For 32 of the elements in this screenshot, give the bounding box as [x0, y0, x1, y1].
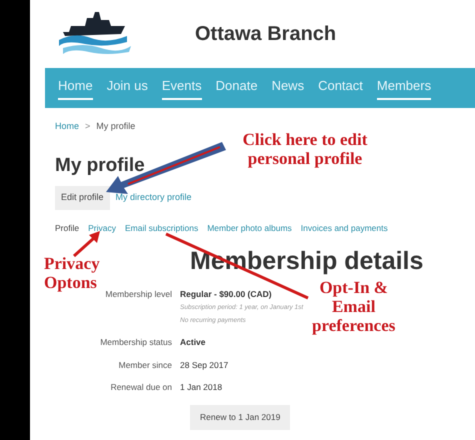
- nav-link[interactable]: Members: [376, 76, 432, 100]
- breadcrumb-link[interactable]: Home: [55, 120, 80, 134]
- profile-tab[interactable]: Profile: [55, 222, 80, 234]
- edit-profile-button[interactable]: Edit profile: [55, 186, 110, 210]
- directory-profile-link[interactable]: My directory profile: [116, 191, 192, 204]
- profile-tab[interactable]: Member photo albums: [207, 222, 292, 234]
- detail-value: 1 Jan 2018: [180, 381, 222, 394]
- detail-label: Membership level: [104, 288, 173, 301]
- nav-link[interactable]: Join us: [106, 76, 148, 100]
- nav-link[interactable]: Home: [58, 76, 93, 100]
- detail-value: Regular - $90.00 (CAD): [180, 288, 273, 300]
- breadcrumb-current: My profile: [96, 120, 136, 133]
- detail-label: Member since: [118, 358, 173, 372]
- annotation-text: Opt-In & Email preferences: [312, 278, 396, 335]
- page-title: My profile: [55, 154, 145, 178]
- detail-label: Renewal due on: [110, 381, 173, 394]
- profile-tab[interactable]: Invoices and payments: [300, 222, 388, 234]
- detail-value: 28 Sep 2017: [180, 358, 228, 372]
- detail-value: Active: [180, 336, 206, 348]
- detail-label: Membership status: [99, 336, 173, 348]
- breadcrumb-separator: >: [85, 120, 90, 133]
- nav-link[interactable]: Donate: [216, 76, 258, 100]
- annotation-text: Privacy Optons: [44, 254, 101, 292]
- annotation-text: Click here to edit personal profile: [242, 130, 368, 168]
- profile-tab[interactable]: Privacy: [88, 222, 116, 234]
- site-title: Ottawa Branch: [195, 22, 336, 47]
- nav-link[interactable]: News: [272, 76, 304, 100]
- nav-link[interactable]: Contact: [318, 76, 363, 100]
- renew-button[interactable]: Renew to 1 Jan 2019: [190, 405, 290, 430]
- nav-link[interactable]: Events: [162, 76, 202, 100]
- annotation-arrow: [73, 231, 100, 258]
- profile-tab[interactable]: Email subscriptions: [124, 222, 198, 234]
